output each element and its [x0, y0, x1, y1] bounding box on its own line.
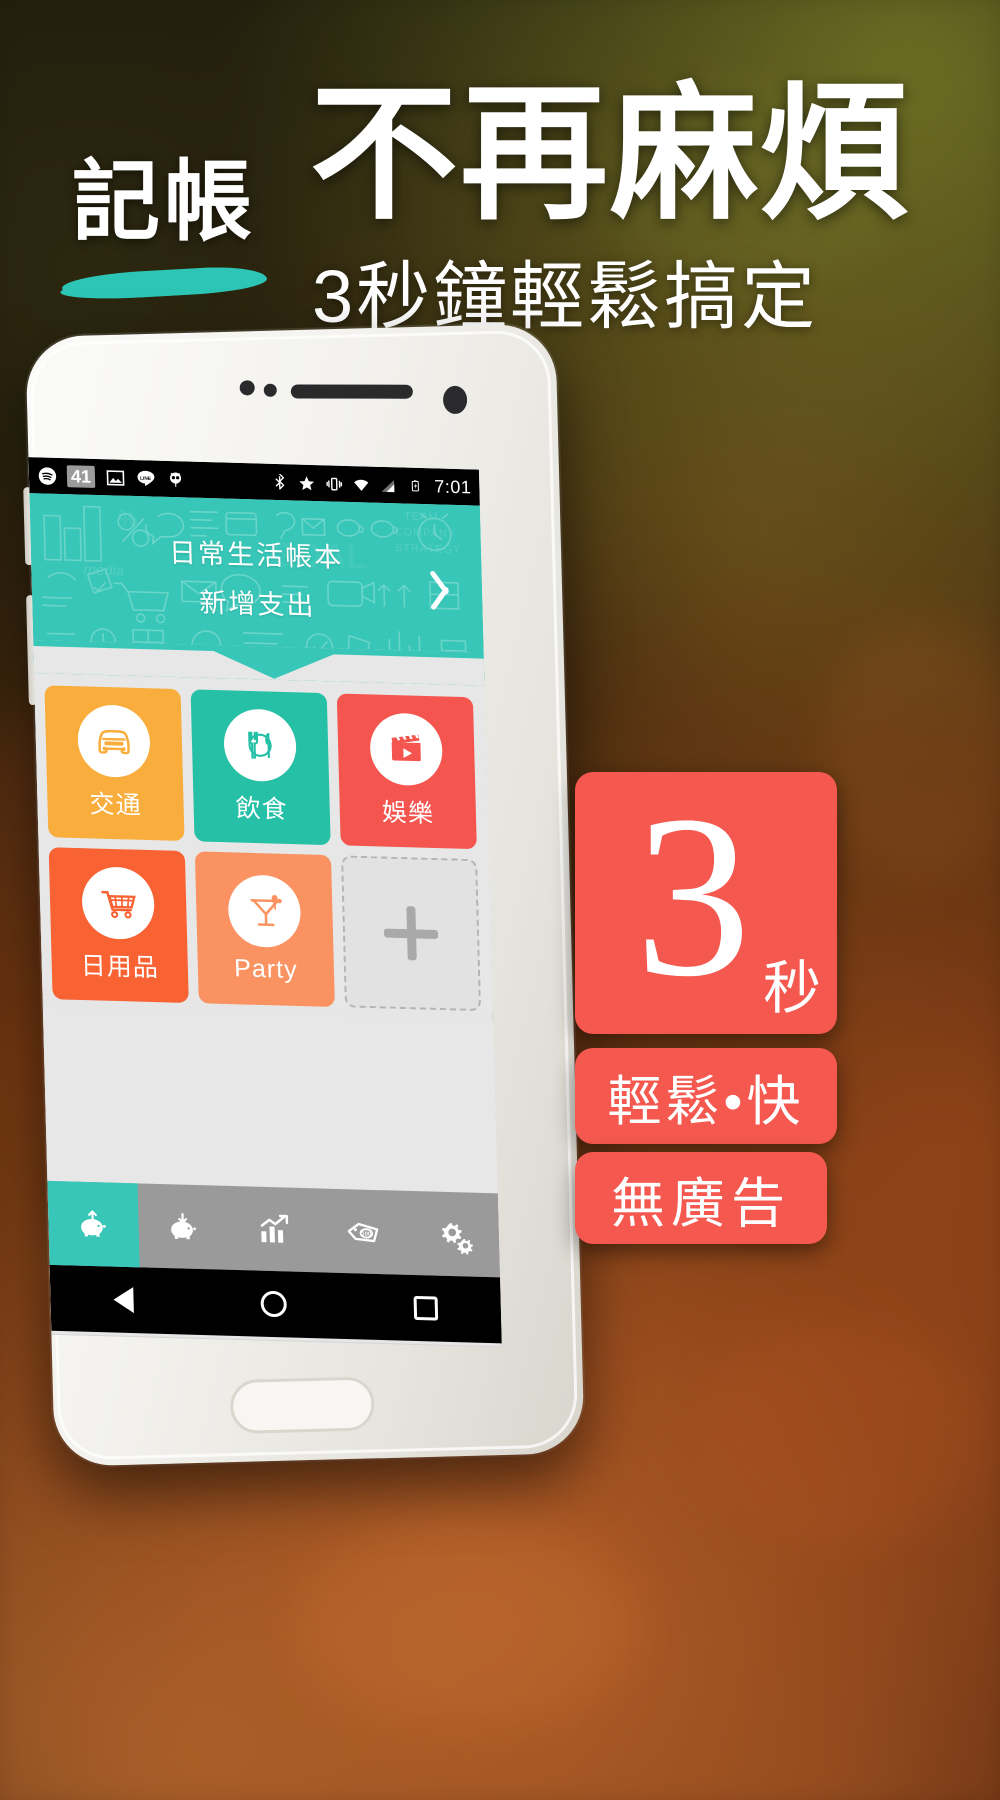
android-navigation-bar — [49, 1264, 502, 1344]
triangle-back-icon[interactable] — [113, 1286, 135, 1314]
circle-home-icon[interactable] — [260, 1290, 288, 1318]
phone-screen: 41 LINE 7:01 media GOAL TEAM COMPANY STR… — [28, 457, 502, 1348]
owl-icon — [165, 469, 186, 490]
add-category-button[interactable] — [340, 855, 482, 1012]
vibrate-icon — [324, 473, 345, 494]
settings-tab[interactable] — [408, 1191, 500, 1277]
category-label: Party — [233, 953, 298, 984]
square-recents-icon[interactable] — [413, 1295, 438, 1321]
headline-main-text: 不再麻煩 — [310, 72, 910, 237]
category-label: 日用品 — [80, 952, 160, 983]
status-bar-clock: 7:01 — [434, 475, 472, 497]
cocktail-icon — [227, 873, 302, 948]
chevron-right-icon[interactable] — [435, 566, 460, 611]
star-icon — [297, 473, 318, 494]
piggy-bank-up-icon — [81, 1210, 107, 1237]
app-header-text: 日常生活帳本 新增支出 — [30, 527, 483, 628]
category-tile-entertainment[interactable]: 娛樂 — [336, 693, 477, 850]
category-row-1: 交通 飲食 娛樂 — [44, 685, 478, 850]
svg-text:TEAM: TEAM — [404, 511, 439, 524]
category-tile-daily-goods[interactable]: 日用品 — [48, 847, 189, 1003]
svg-text:100: 100 — [361, 1231, 371, 1237]
badge-easy-fast-label: 輕鬆•快 — [607, 1071, 805, 1132]
stats-tab[interactable] — [228, 1186, 320, 1272]
headline-underline-brush — [61, 264, 268, 302]
signal-icon — [378, 475, 399, 496]
badge-easy-fast: 輕鬆•快 — [575, 1048, 837, 1144]
battery-charging-icon — [405, 476, 426, 497]
bar-chart-up-icon — [260, 1214, 289, 1243]
svg-text:%: % — [118, 506, 138, 532]
budget-tab[interactable]: 100 — [318, 1188, 410, 1274]
earpiece-speaker — [290, 384, 413, 399]
poster-headline: 記帳 不再麻煩 3秒鐘輕鬆搞定 — [0, 70, 1000, 334]
content-empty-area — [42, 1008, 498, 1194]
income-tab[interactable] — [47, 1180, 140, 1268]
badge-unit: 秒 — [762, 956, 821, 1021]
headline-small-text: 記帳 — [72, 152, 257, 251]
gears-icon — [441, 1222, 473, 1255]
category-tile-dining[interactable]: 飲食 — [190, 689, 331, 846]
headline-subtitle: 3秒鐘輕鬆搞定 — [312, 255, 819, 338]
line-icon: LINE — [135, 468, 156, 489]
spotify-icon — [37, 465, 58, 486]
category-row-2: 日用品 Party — [48, 847, 483, 1012]
bottom-tab-bar: 100 — [47, 1180, 501, 1278]
dining-icon — [223, 708, 298, 783]
clapboard-icon — [369, 712, 444, 787]
badge-no-ads-label: 無廣告 — [611, 1173, 791, 1234]
category-grid: 交通 飲食 娛樂 日用品 Party — [34, 673, 494, 1012]
plus-icon — [383, 906, 438, 961]
car-icon — [76, 704, 151, 779]
physical-home-button[interactable] — [229, 1376, 376, 1435]
cart-icon — [81, 866, 156, 941]
category-label: 飲食 — [235, 794, 289, 824]
svg-text:LINE: LINE — [140, 475, 151, 481]
category-label: 交通 — [89, 790, 142, 820]
notification-count-badge: 41 — [66, 465, 96, 488]
wifi-icon — [351, 474, 372, 495]
badge-three-seconds: 3 秒 — [575, 772, 837, 1034]
category-tile-transport[interactable]: 交通 — [44, 685, 185, 842]
category-label: 娛樂 — [381, 798, 435, 829]
money-tag-icon: 100 — [347, 1222, 379, 1243]
expense-tab[interactable] — [137, 1183, 229, 1269]
bluetooth-icon — [270, 472, 291, 493]
app-header-banner[interactable]: media STRATEGY GOAL TEAM COMPANY STRATEG… — [29, 493, 485, 686]
piggy-bank-down-icon — [171, 1212, 197, 1240]
image-icon — [105, 467, 126, 488]
badge-no-ads: 無廣告 — [575, 1152, 827, 1244]
category-tile-party[interactable]: Party — [194, 851, 335, 1008]
phone-mockup: 41 LINE 7:01 media GOAL TEAM COMPANY STR… — [23, 323, 585, 1467]
badge-number: 3 — [635, 768, 751, 1025]
